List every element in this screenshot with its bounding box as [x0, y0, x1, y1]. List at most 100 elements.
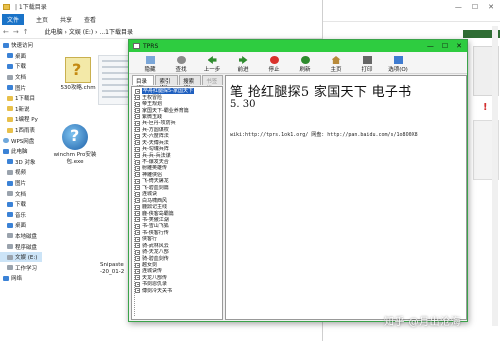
find-button[interactable]: 查找 — [170, 56, 192, 73]
hide-button[interactable]: 隐藏 — [139, 56, 161, 73]
stop-icon — [269, 56, 279, 64]
ribbon-tab-share[interactable]: 共享 — [60, 15, 72, 24]
sidebar-item[interactable]: 1新说 — [0, 104, 42, 115]
content-links[interactable]: wiki:http://tprs.1ok1.org/ 网盘: http://pa… — [230, 131, 418, 138]
music-icon — [7, 212, 13, 218]
sidebar-item-label: 文娱 (E:) — [15, 255, 38, 262]
refresh-button[interactable]: 刷新 — [294, 56, 316, 73]
page-icon — [135, 159, 140, 165]
page-icon — [135, 262, 140, 268]
stop-button[interactable]: 停止 — [263, 56, 285, 73]
home-label: 主页 — [330, 67, 342, 73]
chm-viewer-window: TPRS — ☐ ✕ 隐藏 查找 上一步 前进 停止 刷新 主页 打印 选项(O) 目录(C)索… — [128, 39, 468, 322]
page-icon — [135, 268, 140, 274]
sidebar-item[interactable]: 音乐 — [0, 210, 42, 221]
sidebar-item[interactable]: 本地磁盘 — [0, 231, 42, 242]
chm-file-icon — [65, 57, 91, 83]
navigation-pane: 快速访问 桌面 下载 文档 图片 1下载目 1新说 1编程 Py 1西雨表 WPS网盘 此电脑 3D … — [0, 40, 42, 340]
toc-item-label: 骑-碧血剑传 — [142, 255, 169, 262]
toc-item-label: 天龙八部传 — [142, 274, 168, 281]
sidebar-item-label: 桌面 — [15, 53, 27, 60]
toc-item-label: 天-天傅兵法 — [142, 139, 169, 146]
ribbon-tab-file[interactable]: 文件 — [2, 13, 25, 25]
close-icon[interactable]: ✕ — [488, 3, 494, 11]
sidebar-item-label: 文档 — [15, 191, 27, 198]
sidebar-item[interactable]: 1编程 Py — [0, 114, 42, 125]
minimize-icon[interactable]: — — [427, 42, 434, 50]
sidebar-item[interactable]: 1下载目 — [0, 93, 42, 104]
sidebar-item[interactable]: 此电脑 — [0, 146, 42, 157]
breadcrumb[interactable]: 此电脑 › 文娱 (E:) › ...1下载目录 — [45, 27, 133, 36]
file-exe[interactable]: winchm Pro安装包.exe — [52, 124, 98, 166]
sidebar-item[interactable]: 网络 — [0, 273, 42, 284]
toc-item-label: 家国天下-霸业养育篇 — [142, 107, 189, 114]
sidebar-item[interactable]: WPS网盘 — [0, 135, 42, 146]
toc-item-label: 紫微玉践 — [142, 113, 163, 120]
forward-button[interactable]: 前进 — [232, 56, 254, 73]
nav-tab[interactable]: 目录(C) — [132, 75, 155, 91]
toc-item-label: 鹿-侠客岛霸篇 — [142, 210, 174, 217]
back-arrow-icon[interactable]: ← — [3, 28, 9, 36]
sidebar-item-label: 下载 — [15, 64, 27, 71]
toc-item-label: 连城诀 — [142, 191, 158, 198]
sidebar-item-label: 程序磁盘 — [15, 244, 38, 251]
picture-icon — [7, 85, 13, 91]
sidebar-item[interactable]: 图片 — [0, 82, 42, 93]
chm-toolbar: 隐藏 查找 上一步 前进 停止 刷新 主页 打印 选项(O) — [129, 52, 467, 74]
sidebar-item[interactable]: 快速访问 — [0, 40, 42, 51]
sidebar-item[interactable]: 下载 — [0, 199, 42, 210]
print-button[interactable]: 打印 — [356, 56, 378, 73]
sidebar-item[interactable]: 文档 — [0, 72, 42, 83]
minimize-icon[interactable]: — — [455, 3, 462, 11]
options-button[interactable]: 选项(O) — [387, 56, 409, 73]
toc-item-label: 王权冒险 — [142, 94, 163, 101]
sidebar-item[interactable]: 文娱 (E:) — [0, 251, 42, 263]
sidebar-item[interactable]: 视频 — [0, 167, 42, 178]
nav-tab[interactable]: 搜索(S) — [179, 75, 202, 91]
back-button[interactable]: 上一步 — [201, 56, 223, 73]
file-chm[interactable]: 530攻略.chm — [56, 57, 100, 92]
close-icon[interactable]: ✕ — [456, 42, 462, 50]
explorer-title-bar: | 1下载目录 — [0, 0, 330, 13]
nav-tab[interactable]: 索引(N) — [155, 75, 179, 91]
sidebar-item[interactable]: 文档 — [0, 188, 42, 199]
toc-item-label: 卒舟红腿探5-家国天下 — [142, 88, 194, 95]
options-icon — [393, 56, 403, 64]
snipaste-thumbnail[interactable] — [98, 55, 132, 105]
folder-icon — [3, 3, 10, 10]
up-arrow-icon[interactable]: ↑ — [23, 28, 29, 36]
home-button[interactable]: 主页 — [325, 56, 347, 73]
network-icon — [3, 275, 9, 281]
toc-item-label: 帝王规划 — [142, 101, 163, 108]
sidebar-item[interactable]: 1西雨表 — [0, 125, 42, 136]
sidebar-item[interactable]: 3D 对象 — [0, 157, 42, 168]
download-icon — [7, 63, 13, 69]
page-icon — [135, 217, 140, 223]
forward-arrow-icon[interactable]: → — [13, 28, 19, 36]
maximize-icon[interactable]: ☐ — [442, 42, 448, 50]
page-icon — [135, 204, 140, 210]
nav-tab[interactable]: 书签(I) — [202, 75, 224, 91]
sidebar-item[interactable]: 程序磁盘 — [0, 241, 42, 252]
toc-item[interactable]: 傅剑冷天关书 — [132, 288, 222, 294]
folder-icon — [7, 116, 13, 122]
toc-item-label: 傅剑冷天关书 — [142, 287, 173, 294]
maximize-icon[interactable]: ☐ — [472, 3, 478, 11]
page-icon — [135, 140, 140, 146]
sidebar-item[interactable]: 桌面 — [0, 220, 42, 231]
ribbon-tab-view[interactable]: 查看 — [84, 15, 96, 24]
page-icon — [135, 236, 140, 242]
toc-item-label: 兵-巨丹-攻防兵 — [142, 120, 176, 127]
background-scrollbar[interactable] — [492, 26, 498, 326]
sidebar-item[interactable]: 图片 — [0, 178, 42, 189]
page-icon — [135, 256, 140, 262]
page-icon — [135, 185, 140, 191]
exe-file-icon — [62, 124, 88, 150]
sidebar-item[interactable]: 桌面 — [0, 51, 42, 62]
sidebar-item-label: 桌面 — [15, 223, 27, 230]
sidebar-item-label: 本地磁盘 — [15, 233, 38, 240]
sidebar-item[interactable]: 下载 — [0, 61, 42, 72]
sidebar-item[interactable]: 工作学习 — [0, 262, 42, 273]
ribbon-tab-home[interactable]: 主页 — [36, 15, 48, 24]
hide-label: 隐藏 — [144, 67, 156, 73]
